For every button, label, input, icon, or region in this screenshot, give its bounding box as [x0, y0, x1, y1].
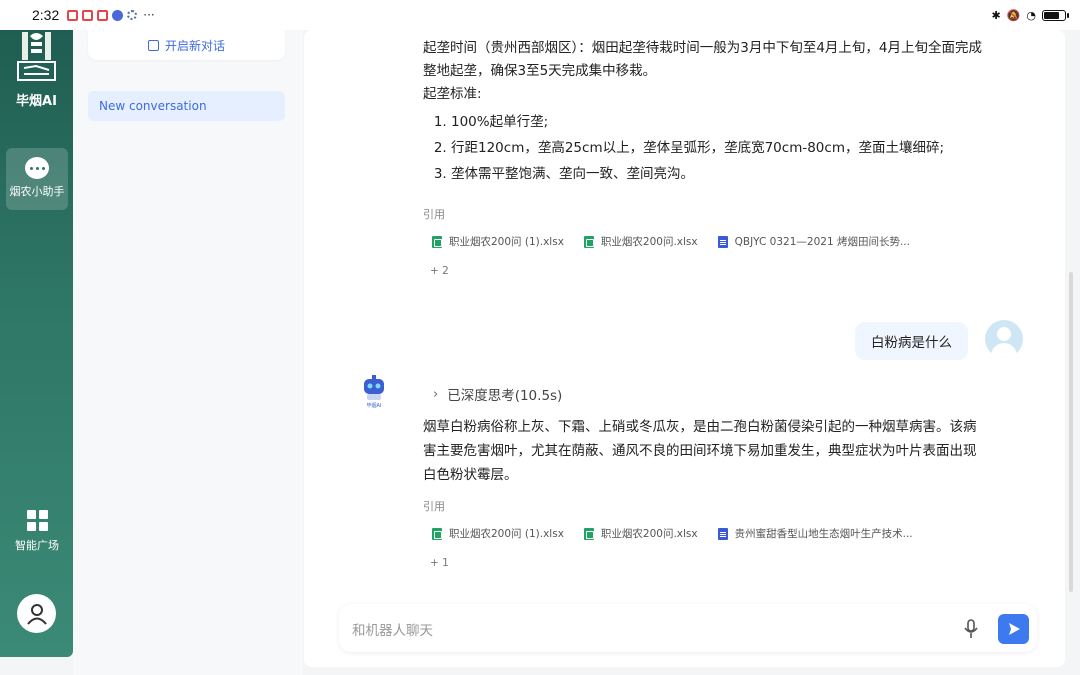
scrollbar[interactable] [1069, 272, 1073, 592]
microphone-icon[interactable] [963, 619, 979, 639]
conversation-item[interactable]: New conversation [88, 91, 285, 121]
clock: 2:32 [32, 7, 60, 23]
edit-icon [147, 39, 159, 51]
notification-icon [67, 9, 79, 21]
citation-item[interactable]: 职业烟农200问 (1).xlsx [432, 234, 564, 249]
citation-name: 职业烟农200问.xlsx [600, 236, 698, 248]
nav-rail: 毕烟AI 烟农小助手 智能广场 [0, 30, 73, 657]
user-avatar [985, 320, 1023, 358]
more-citations-button[interactable]: + 2 [430, 265, 449, 277]
citation-item[interactable]: 职业烟农200问 (1).xlsx [432, 526, 564, 541]
chat-icon [25, 157, 49, 179]
citation-list: 职业烟农200问 (1).xlsx 职业烟农200问.xlsx QBJYC 03… [432, 234, 910, 249]
robot-avatar-icon: 毕烟AI [364, 375, 384, 409]
chat-input[interactable]: 和机器人聊天 [352, 619, 433, 639]
thinking-label: 已深度思考(10.5s) [447, 388, 563, 404]
excel-file-icon [583, 235, 594, 248]
profile-button[interactable] [17, 594, 56, 633]
nav-plaza-label: 智能广场 [15, 539, 59, 552]
app-notification-icon [112, 9, 124, 21]
settings-notification-icon [127, 10, 138, 20]
brand-logo [17, 32, 56, 81]
citation-list: 职业烟农200问 (1).xlsx 职业烟农200问.xlsx 贵州蜜甜香型山地… [432, 526, 913, 541]
list-item: 垄体需平整饱满、垄向一致、垄间亮沟。 [451, 161, 983, 187]
list-item: 行距120cm，垄高25cm以上，垄体呈弧形，垄底宽70cm-80cm，垄面土壤… [451, 135, 983, 161]
document-file-icon [717, 235, 728, 248]
send-icon [1008, 623, 1020, 635]
notification-icon [97, 9, 109, 21]
conversation-sidebar: 开启新对话 New conversation [73, 30, 303, 675]
new-chat-button[interactable]: 开启新对话 [88, 30, 285, 60]
wifi-icon: ◔ [1026, 8, 1036, 22]
citation-name: 职业烟农200问 (1).xlsx [449, 528, 564, 540]
nav-assistant-label: 烟农小助手 [9, 185, 65, 198]
chat-input-bar: 和机器人聊天 [339, 604, 1037, 652]
deep-thinking-toggle[interactable]: › 已深度思考(10.5s) [433, 384, 563, 405]
excel-file-icon [432, 235, 442, 248]
excel-file-icon [583, 527, 594, 540]
bot-answer: 烟草白粉病俗称上灰、下霜、上硝或冬瓜灰，是由二孢白粉菌侵染引起的一种烟草病害。该… [423, 419, 977, 483]
list-item: 100%起单行垄; [451, 109, 983, 135]
previous-answer: 起垄时间（贵州西部烟区）：烟田起垄待栽时间一般为3月中下旬至4月上旬，4月上旬全… [423, 37, 983, 187]
citation-label: 引用 [423, 500, 445, 513]
citation-name: 贵州蜜甜香型山地生态烟叶生产技术... [734, 528, 913, 540]
chat-panel: 起垄时间（贵州西部烟区）：烟田起垄待栽时间一般为3月中下旬至4月上旬，4月上旬全… [304, 30, 1065, 667]
brand-name: 毕烟AI [16, 94, 57, 109]
notification-icon [82, 9, 94, 21]
citation-label: 引用 [423, 208, 445, 221]
status-bar: 2:32 ··· ✱ 🔕 ◔ [0, 0, 1080, 30]
grid-icon [26, 510, 48, 531]
mute-icon: 🔕 [1006, 8, 1021, 22]
answer-paragraph: 起垄标准: [423, 86, 482, 102]
excel-file-icon [432, 527, 442, 540]
answer-paragraph: 起垄时间（贵州西部烟区）：烟田起垄待栽时间一般为3月中下旬至4月上旬，4月上旬全… [423, 40, 983, 79]
citation-name: QBJYC 0321—2021 烤烟田间长势... [734, 236, 910, 248]
citation-name: 职业烟农200问 (1).xlsx [449, 236, 564, 248]
citation-item[interactable]: 贵州蜜甜香型山地生态烟叶生产技术... [717, 526, 913, 541]
chevron-right-icon: › [433, 386, 439, 402]
user-icon [26, 603, 47, 625]
system-icons: ✱ 🔕 ◔ [991, 8, 1069, 22]
document-file-icon [717, 527, 728, 540]
citation-item[interactable]: QBJYC 0321—2021 烤烟田间长势... [717, 234, 910, 249]
nav-assistant[interactable]: 烟农小助手 [6, 148, 68, 210]
user-message: 白粉病是什么 [855, 322, 968, 360]
standards-list: 100%起单行垄; 行距120cm，垄高25cm以上，垄体呈弧形，垄底宽70cm… [423, 109, 983, 187]
bot-avatar-label: 毕烟AI [367, 402, 382, 409]
citation-item[interactable]: 职业烟农200问.xlsx [583, 526, 698, 541]
more-citations-button[interactable]: + 1 [430, 557, 449, 569]
citation-item[interactable]: 职业烟农200问.xlsx [583, 234, 698, 249]
battery-icon [1042, 9, 1069, 21]
nav-plaza[interactable]: 智能广场 [6, 510, 68, 560]
bluetooth-icon: ✱ [991, 8, 1001, 22]
more-notifications: ··· [143, 8, 155, 22]
new-chat-label: 开启新对话 [164, 38, 225, 53]
citation-name: 职业烟农200问.xlsx [600, 528, 698, 540]
send-button[interactable] [998, 614, 1029, 644]
